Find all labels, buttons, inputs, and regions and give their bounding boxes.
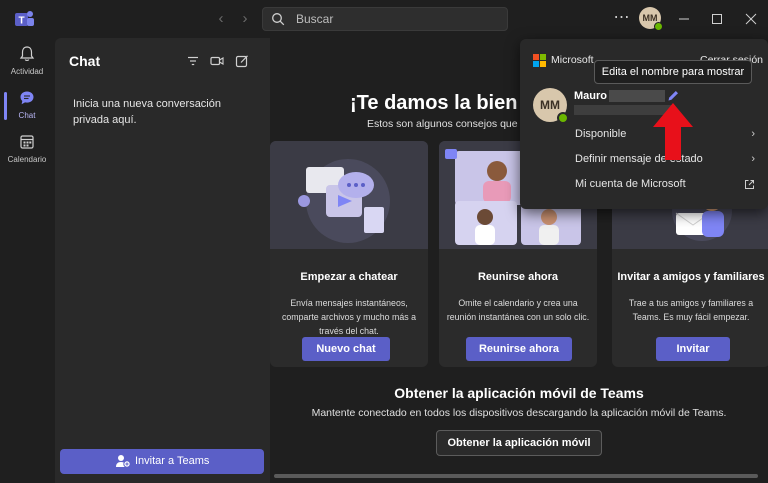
mobile-app-title: Obtener la aplicación móvil de Teams (394, 385, 644, 401)
rail-label: Chat (18, 111, 36, 120)
microsoft-logo-icon (533, 54, 546, 67)
minimize-icon[interactable] (674, 9, 694, 29)
redacted-surname (609, 90, 665, 102)
maximize-icon[interactable] (707, 9, 727, 29)
new-chat-button[interactable]: Nuevo chat (302, 337, 390, 361)
search-placeholder: Buscar (296, 12, 334, 26)
user-display-name: Mauro (574, 90, 607, 102)
teams-window: T ‹ › Buscar ⋯ MM Actividad Chat Calenda… (0, 0, 768, 483)
horizontal-scrollbar[interactable] (274, 474, 758, 478)
title-bar: T ‹ › Buscar ⋯ MM (0, 0, 768, 38)
calendar-icon (20, 135, 34, 149)
chat-panel: Chat Inicia una nueva conversación priva… (55, 38, 270, 483)
card-start-chat: Empezar a chatear Envía mensajes instant… (270, 141, 428, 367)
card-title: Reunirse ahora (477, 271, 559, 283)
invite-button-label: Invitar a Teams (135, 455, 210, 467)
search-icon (272, 13, 285, 26)
edit-pencil-icon[interactable] (666, 89, 680, 103)
rail-item-calendar[interactable]: Calendario (0, 130, 54, 172)
rail-label: Actividad (10, 67, 44, 76)
invite-to-teams-button[interactable]: Invitar a Teams (60, 449, 264, 474)
avatar-initials: MM (540, 98, 560, 112)
chevron-right-icon: › (751, 153, 755, 165)
card-description: Omite el calendario y crea una reunión i… (446, 298, 590, 322)
video-camera-icon[interactable] (210, 54, 224, 68)
menu-item-label: Disponible (575, 128, 627, 140)
card-title: Empezar a chatear (300, 271, 398, 283)
svg-text:T: T (18, 16, 24, 27)
chevron-right-icon: › (751, 128, 755, 140)
avatar-initials: MM (642, 13, 658, 23)
open-external-icon (745, 180, 754, 189)
new-chat-icon[interactable] (235, 54, 249, 68)
profile-popup: Microsoft Cerrar sesión Edita el nombre … (520, 39, 768, 209)
invite-person-icon (116, 455, 131, 468)
chat-empty-message: Inicia una nueva conversación privada aq… (73, 98, 221, 126)
search-box[interactable]: Buscar (262, 7, 508, 31)
rail-label: Calendario (7, 155, 47, 164)
card-description: Envía mensajes instantáneos, comparte ar… (282, 298, 416, 336)
card-description: Trae a tus amigos y familiares a Teams. … (628, 298, 754, 322)
close-icon[interactable] (741, 9, 761, 29)
chat-illustration (270, 141, 428, 249)
chat-icon (20, 91, 34, 105)
forward-arrow-icon[interactable]: › (236, 10, 254, 28)
chat-panel-title: Chat (69, 53, 101, 69)
welcome-title: ¡Te damos la bien (350, 92, 518, 114)
meet-now-button[interactable]: Reunirse ahora (466, 337, 572, 361)
mobile-app-subtitle: Mantente conectado en todos los disposit… (311, 407, 727, 419)
welcome-subtitle: Estos son algunos consejos que (367, 118, 518, 130)
rail-item-activity[interactable]: Actividad (0, 42, 54, 84)
more-options-icon[interactable]: ⋯ (612, 8, 632, 28)
app-rail: Actividad Chat Calendario (0, 38, 54, 483)
rail-item-chat[interactable]: Chat (0, 86, 54, 128)
menu-item-label: Mi cuenta de Microsoft (575, 178, 686, 190)
presence-available-icon (654, 22, 663, 31)
card-title: Invitar a amigos y familiares (617, 271, 765, 283)
get-mobile-app-button[interactable]: Obtener la aplicación móvil (436, 430, 602, 456)
bell-icon (19, 46, 35, 61)
invite-button[interactable]: Invitar (656, 337, 730, 361)
back-arrow-icon[interactable]: ‹ (212, 10, 230, 28)
profile-avatar-button[interactable]: MM (639, 7, 663, 31)
profile-avatar[interactable]: MM (533, 88, 569, 124)
teams-logo-icon: T (15, 11, 34, 27)
red-annotation-arrow-icon (653, 103, 693, 160)
microsoft-brand-label: Microsoft (551, 54, 594, 66)
filter-icon[interactable] (186, 54, 200, 68)
menu-item-microsoft-account[interactable]: Mi cuenta de Microsoft (575, 178, 755, 194)
presence-available-icon (557, 112, 569, 124)
edit-name-tooltip: Edita el nombre para mostrar (594, 60, 752, 84)
